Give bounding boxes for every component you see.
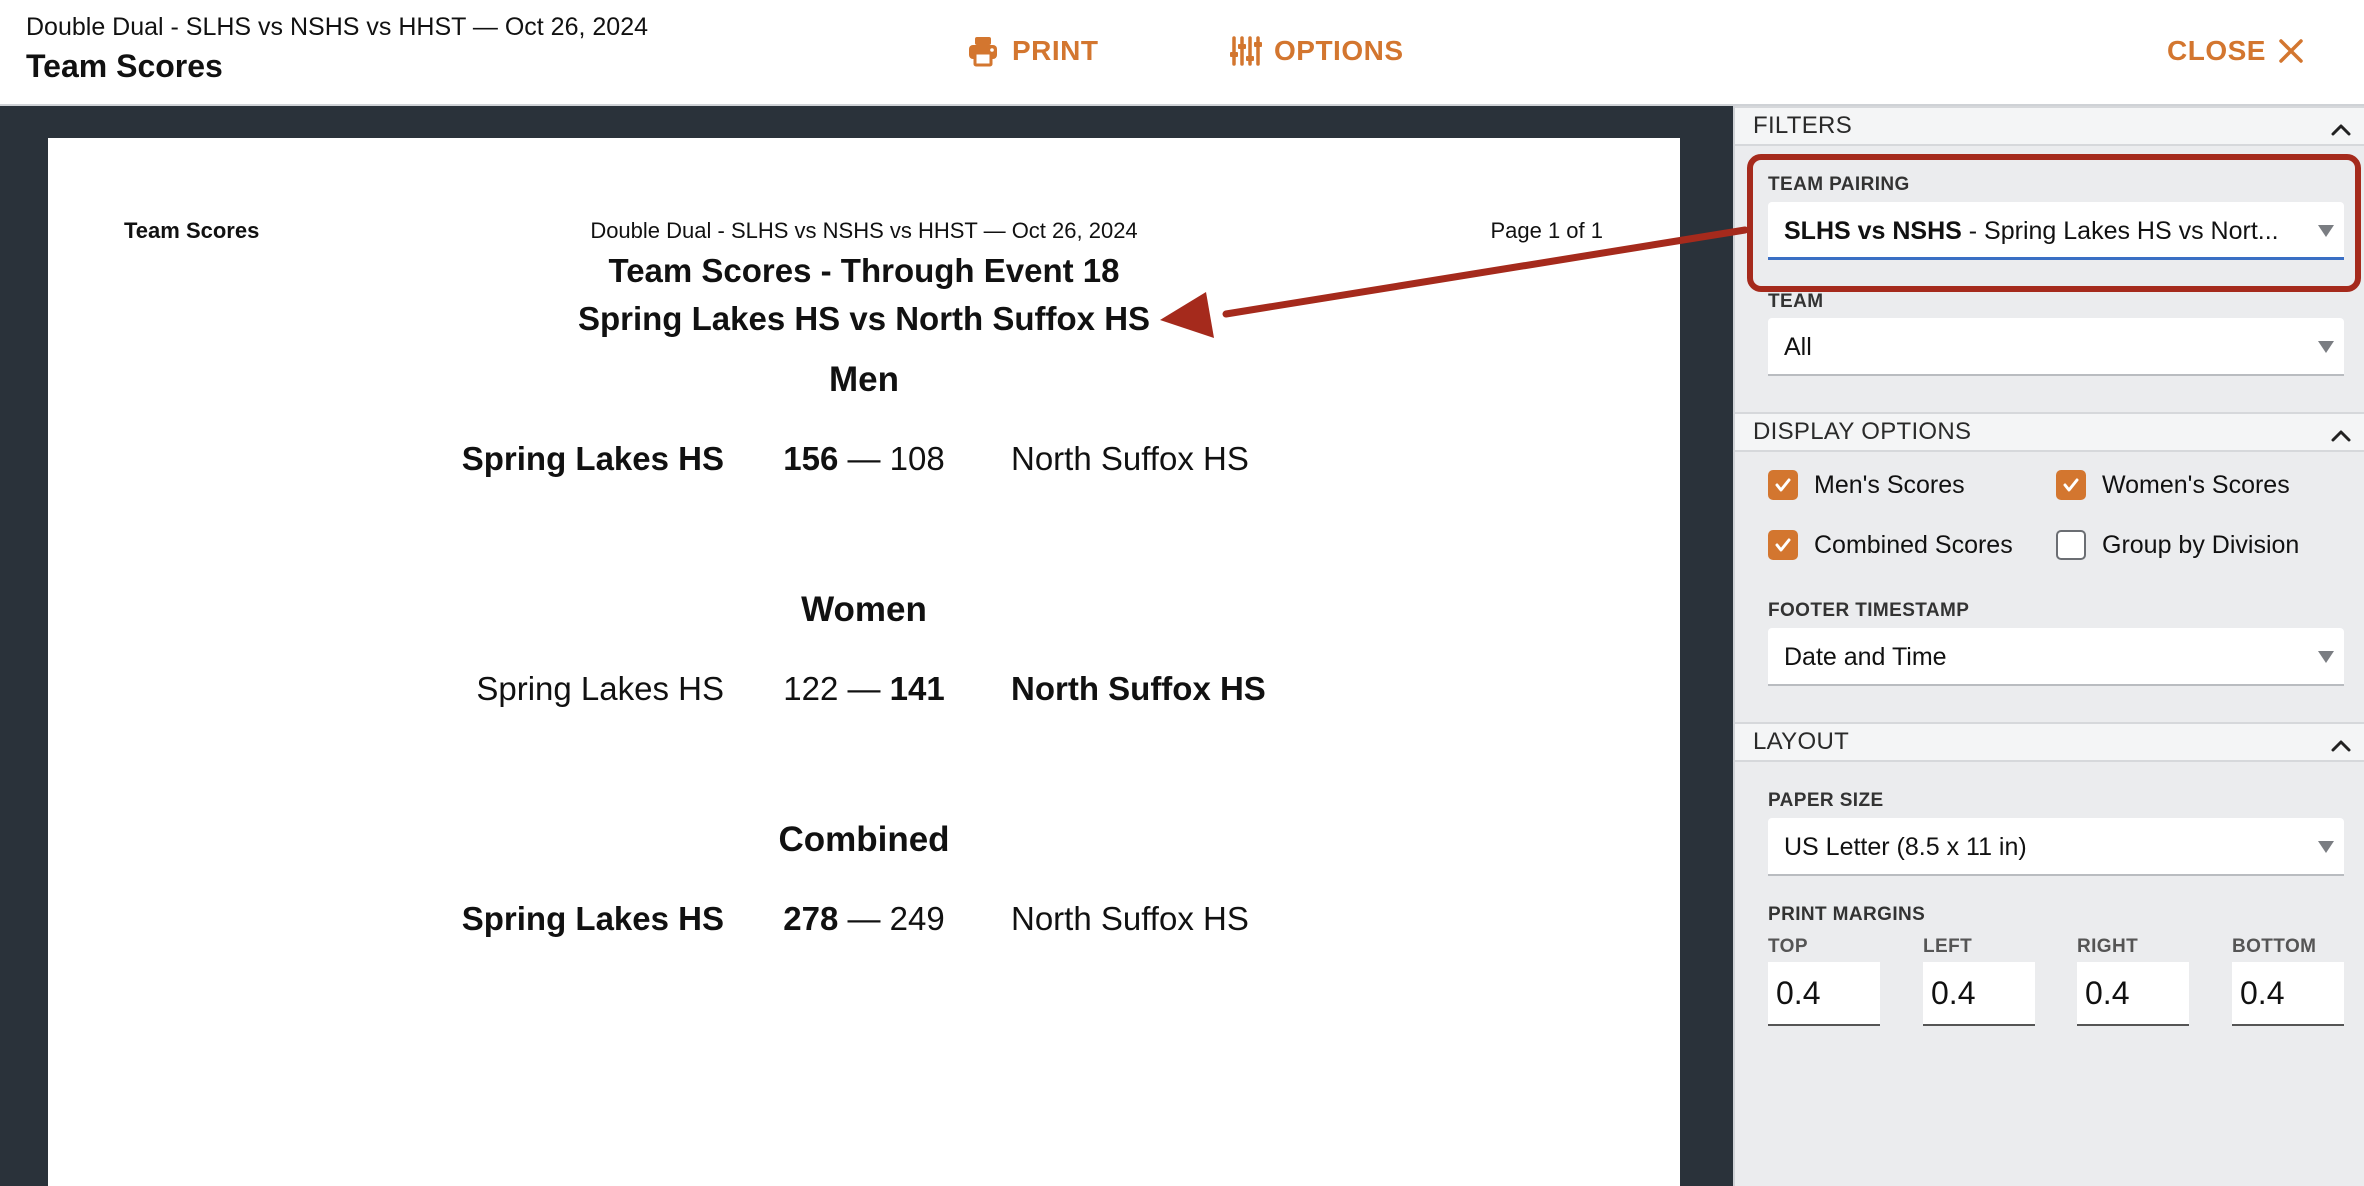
page-title: Team Scores	[26, 48, 223, 84]
filters-title: FILTERS	[1753, 112, 1853, 139]
display-options-title: DISPLAY OPTIONS	[1753, 418, 1972, 445]
checkbox-checked-icon[interactable]	[1768, 530, 1798, 560]
team-pairing-select[interactable]: SLHS vs NSHS - Spring Lakes HS vs Nort..…	[1768, 202, 2344, 260]
score: 278 — 249	[783, 900, 945, 937]
mens-scores-checkbox[interactable]: Men's Scores	[1768, 470, 1965, 500]
print-margins-label: PRINT MARGINS	[1768, 904, 1926, 925]
checkbox-checked-icon[interactable]	[1768, 470, 1798, 500]
chevron-up-icon[interactable]	[2330, 732, 2352, 768]
paper-size-value: US Letter (8.5 x 11 in)	[1784, 833, 2027, 861]
score-row-women: Spring Lakes HS 122 — 141 North Suffox H…	[48, 670, 1680, 714]
layout-title: LAYOUT	[1753, 728, 1850, 755]
dropdown-arrow-icon	[2318, 841, 2334, 853]
section-title-combined: Combined	[778, 820, 950, 859]
printer-icon	[966, 34, 1000, 68]
chevron-up-icon[interactable]	[2330, 116, 2352, 152]
options-sidebar: FILTERS TEAM PAIRING SLHS vs NSHS - Spri…	[1733, 106, 2364, 1186]
dropdown-arrow-icon	[2318, 225, 2334, 237]
filters-section-header[interactable]: FILTERS	[1735, 106, 2364, 146]
score-row-combined: Spring Lakes HS 278 — 249 North Suffox H…	[48, 900, 1680, 944]
group-by-division-checkbox[interactable]: Group by Division	[2056, 530, 2299, 560]
score-row-men: Spring Lakes HS 156 — 108 North Suffox H…	[48, 440, 1680, 484]
group-by-division-label: Group by Division	[2102, 530, 2300, 559]
layout-section-header[interactable]: LAYOUT	[1735, 722, 2364, 762]
options-button[interactable]: OPTIONS	[1228, 28, 1404, 74]
team-right: North Suffox HS	[1011, 900, 1249, 937]
womens-scores-label: Women's Scores	[2102, 470, 2290, 499]
preview-page: Team Scores Double Dual - SLHS vs NSHS v…	[48, 138, 1680, 1186]
paper-size-label: PAPER SIZE	[1768, 790, 1884, 811]
print-preview-area: Team Scores Double Dual - SLHS vs NSHS v…	[0, 106, 1733, 1186]
team-right: North Suffox HS	[1011, 440, 1249, 477]
margin-left-input[interactable]	[1923, 962, 2035, 1026]
footer-timestamp-value: Date and Time	[1784, 643, 1947, 671]
paper-size-select[interactable]: US Letter (8.5 x 11 in)	[1768, 818, 2344, 876]
top-bar: Double Dual - SLHS vs NSHS vs HHST — Oct…	[0, 0, 2364, 106]
report-page-number: Page 1 of 1	[1490, 218, 1603, 243]
margin-right-input[interactable]	[2077, 962, 2189, 1026]
section-title-men: Men	[829, 360, 899, 399]
report-subtitle: Spring Lakes HS vs North Suffox HS	[577, 300, 1151, 337]
margin-bottom-input[interactable]	[2232, 962, 2344, 1026]
margin-right-label: RIGHT	[2077, 936, 2139, 957]
report-title: Team Scores - Through Event 18	[608, 252, 1120, 289]
team-label: TEAM	[1768, 291, 1824, 312]
dropdown-arrow-icon	[2318, 651, 2334, 663]
checkbox-unchecked-icon[interactable]	[2056, 530, 2086, 560]
score: 156 — 108	[783, 440, 945, 477]
margin-top-label: TOP	[1768, 936, 1808, 957]
chevron-up-icon[interactable]	[2330, 422, 2352, 458]
mens-scores-label: Men's Scores	[1814, 470, 1965, 499]
print-label: PRINT	[1012, 35, 1099, 66]
team-pairing-selected-code: SLHS vs NSHS	[1784, 217, 1962, 245]
close-icon	[2278, 38, 2304, 64]
report-header-center: Double Dual - SLHS vs NSHS vs HHST — Oct…	[590, 218, 1138, 243]
close-button[interactable]: CLOSE	[2167, 28, 2304, 74]
section-title-women: Women	[801, 590, 927, 629]
margin-top-input[interactable]	[1768, 962, 1880, 1026]
dropdown-arrow-icon	[2318, 341, 2334, 353]
meet-name: Double Dual - SLHS vs NSHS vs HHST — Oct…	[26, 13, 648, 41]
team-select[interactable]: All	[1768, 318, 2344, 376]
print-button[interactable]: PRINT	[966, 28, 1099, 74]
sliders-icon	[1228, 34, 1262, 68]
margin-left-label: LEFT	[1923, 936, 1973, 957]
options-label: OPTIONS	[1274, 35, 1404, 66]
team-pairing-label: TEAM PAIRING	[1768, 174, 1910, 195]
checkbox-checked-icon[interactable]	[2056, 470, 2086, 500]
team-selected-value: All	[1784, 333, 1812, 361]
combined-scores-label: Combined Scores	[1814, 530, 2013, 559]
margin-bottom-label: BOTTOM	[2232, 936, 2317, 957]
footer-timestamp-select[interactable]: Date and Time	[1768, 628, 2344, 686]
team-pairing-selected-name: - Spring Lakes HS vs Nort...	[1961, 217, 2279, 245]
team-right: North Suffox HS	[1011, 670, 1266, 707]
display-options-section-header[interactable]: DISPLAY OPTIONS	[1735, 412, 2364, 452]
score: 122 — 141	[783, 670, 945, 707]
combined-scores-checkbox[interactable]: Combined Scores	[1768, 530, 2013, 560]
womens-scores-checkbox[interactable]: Women's Scores	[2056, 470, 2290, 500]
footer-timestamp-label: FOOTER TIMESTAMP	[1768, 600, 1970, 621]
close-label: CLOSE	[2167, 35, 2266, 66]
